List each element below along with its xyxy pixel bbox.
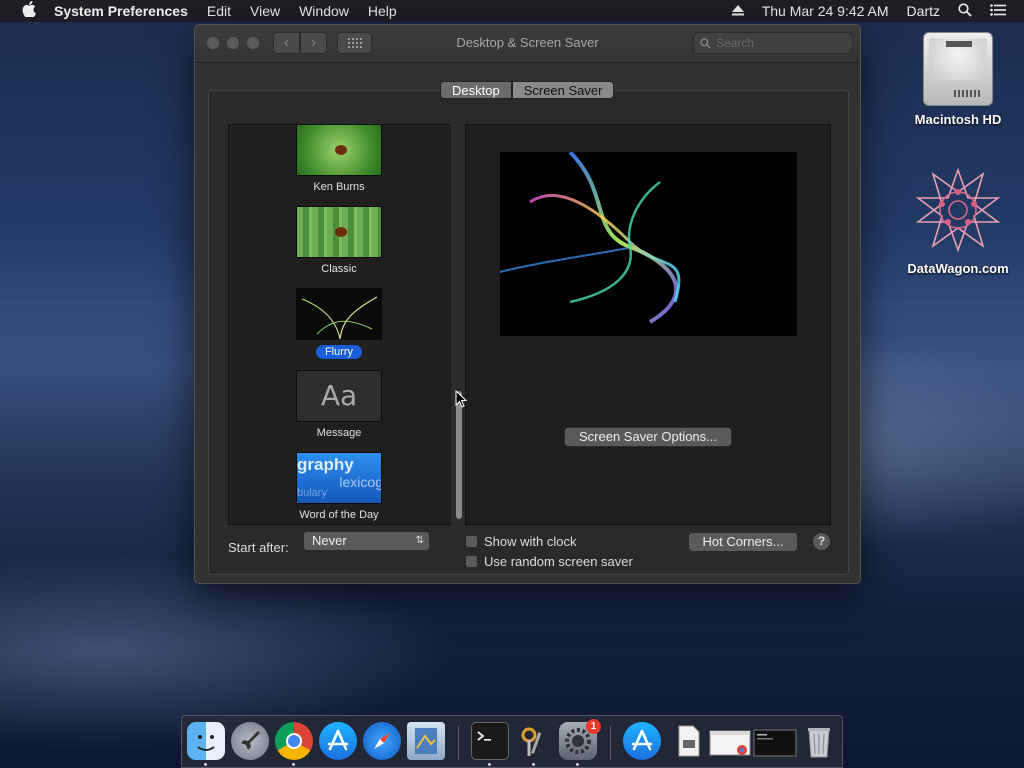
scrollbar-thumb[interactable] (456, 391, 462, 519)
checkbox-label: Use random screen saver (484, 554, 633, 569)
menu-bar: System Preferences Edit View Window Help… (0, 0, 1024, 22)
list-scrollbar[interactable] (450, 124, 465, 525)
terminal-window-icon[interactable] (753, 722, 797, 760)
desktop-icon-macintosh-hd[interactable]: Macintosh HD (903, 32, 1013, 127)
preview-pane: Screen Saver Options... (465, 124, 831, 525)
search-field[interactable]: Search (693, 32, 853, 54)
help-button[interactable]: ? (812, 532, 831, 551)
screensaver-message[interactable]: Aa Message (229, 370, 449, 439)
window-titlebar[interactable]: ‹ › Desktop & Screen Saver Search (195, 25, 860, 63)
screen-saver-options-button[interactable]: Screen Saver Options... (564, 427, 732, 447)
datawagon-star-icon (915, 167, 1001, 253)
menu-window[interactable]: Window (299, 3, 349, 19)
mouse-cursor-icon (455, 390, 467, 408)
chrome-window-icon[interactable] (709, 722, 751, 760)
tab-bar: Desktop Screen Saver (440, 81, 615, 99)
checkbox-label: Show with clock (484, 534, 577, 549)
checkbox-box[interactable] (465, 555, 478, 568)
search-placeholder: Search (716, 36, 755, 50)
app-store-download-icon[interactable] (623, 722, 661, 760)
menu-view[interactable]: View (250, 3, 280, 19)
desktop-icon-label: DataWagon.com (907, 261, 1009, 276)
screensaver-label: Message (316, 427, 362, 439)
finder-icon[interactable] (187, 722, 225, 760)
screensaver-label: Ken Burns (313, 181, 365, 193)
apple-menu-icon[interactable] (18, 1, 40, 21)
screen-saver-list[interactable]: Ken Burns Classic Flurry Aa Message grap… (228, 124, 465, 525)
hard-drive-icon (923, 32, 993, 106)
screensaver-label: Word of the Day (299, 509, 379, 521)
screen-saver-panel: Ken Burns Classic Flurry Aa Message grap… (208, 90, 849, 575)
screensaver-classic[interactable]: Classic (229, 206, 449, 275)
hot-corners-button[interactable]: Hot Corners... (688, 532, 798, 552)
preferences-window: ‹ › Desktop & Screen Saver Search Deskto… (194, 24, 861, 584)
chrome-icon[interactable] (275, 722, 313, 760)
desktop-icon-datawagon[interactable]: DataWagon.com (903, 167, 1013, 276)
launchpad-icon[interactable] (231, 722, 269, 760)
desktop-icon-label: Macintosh HD (914, 112, 1002, 127)
tab-desktop[interactable]: Desktop (440, 81, 512, 99)
checkbox-box[interactable] (465, 535, 478, 548)
notification-center-icon[interactable] (990, 3, 1006, 19)
flurry-thumbnail (296, 288, 382, 340)
app-store-icon[interactable] (319, 722, 357, 760)
start-after-value: Never (312, 533, 347, 548)
preview-icon[interactable] (407, 722, 445, 760)
keychain-icon[interactable] (515, 722, 553, 760)
menu-clock[interactable]: Thu Mar 24 9:42 AM (762, 3, 889, 19)
word-of-the-day-thumbnail: graphy lexicog bulary (296, 452, 382, 504)
menu-edit[interactable]: Edit (207, 3, 231, 19)
screensaver-label-selected: Flurry (315, 345, 363, 359)
classic-thumbnail (296, 206, 382, 258)
search-icon (700, 33, 711, 55)
spotlight-icon[interactable] (958, 2, 972, 20)
ken-burns-thumbnail (296, 125, 382, 176)
menu-app-name[interactable]: System Preferences (54, 3, 188, 19)
notification-badge: 1 (586, 719, 601, 734)
menu-help[interactable]: Help (368, 3, 397, 19)
start-after-label: Start after: (228, 540, 289, 555)
dock-separator (458, 726, 459, 760)
message-thumbnail: Aa (296, 370, 382, 422)
dock: 1 (181, 715, 843, 768)
document-icon[interactable] (669, 722, 707, 760)
screensaver-label: Classic (321, 263, 357, 275)
dock-separator (610, 726, 611, 760)
eject-icon[interactable] (731, 3, 744, 19)
system-preferences-icon[interactable]: 1 (559, 719, 601, 760)
use-random-screen-saver-checkbox[interactable]: Use random screen saver (465, 554, 633, 569)
trash-icon[interactable] (800, 722, 838, 760)
screensaver-ken-burns[interactable]: Ken Burns (229, 125, 449, 193)
popup-arrows-icon: ⇅ (415, 535, 424, 546)
menu-user[interactable]: Dartz (907, 3, 940, 19)
show-with-clock-checkbox[interactable]: Show with clock (465, 534, 576, 549)
start-after-popup[interactable]: Never ⇅ (303, 531, 430, 551)
terminal-icon[interactable] (471, 722, 509, 760)
screensaver-preview (500, 152, 797, 336)
tab-screen-saver[interactable]: Screen Saver (511, 81, 615, 99)
safari-icon[interactable] (363, 722, 401, 760)
screensaver-flurry[interactable]: Flurry (229, 288, 449, 359)
screensaver-word-of-the-day[interactable]: graphy lexicog bulary Word of the Day (229, 452, 449, 521)
